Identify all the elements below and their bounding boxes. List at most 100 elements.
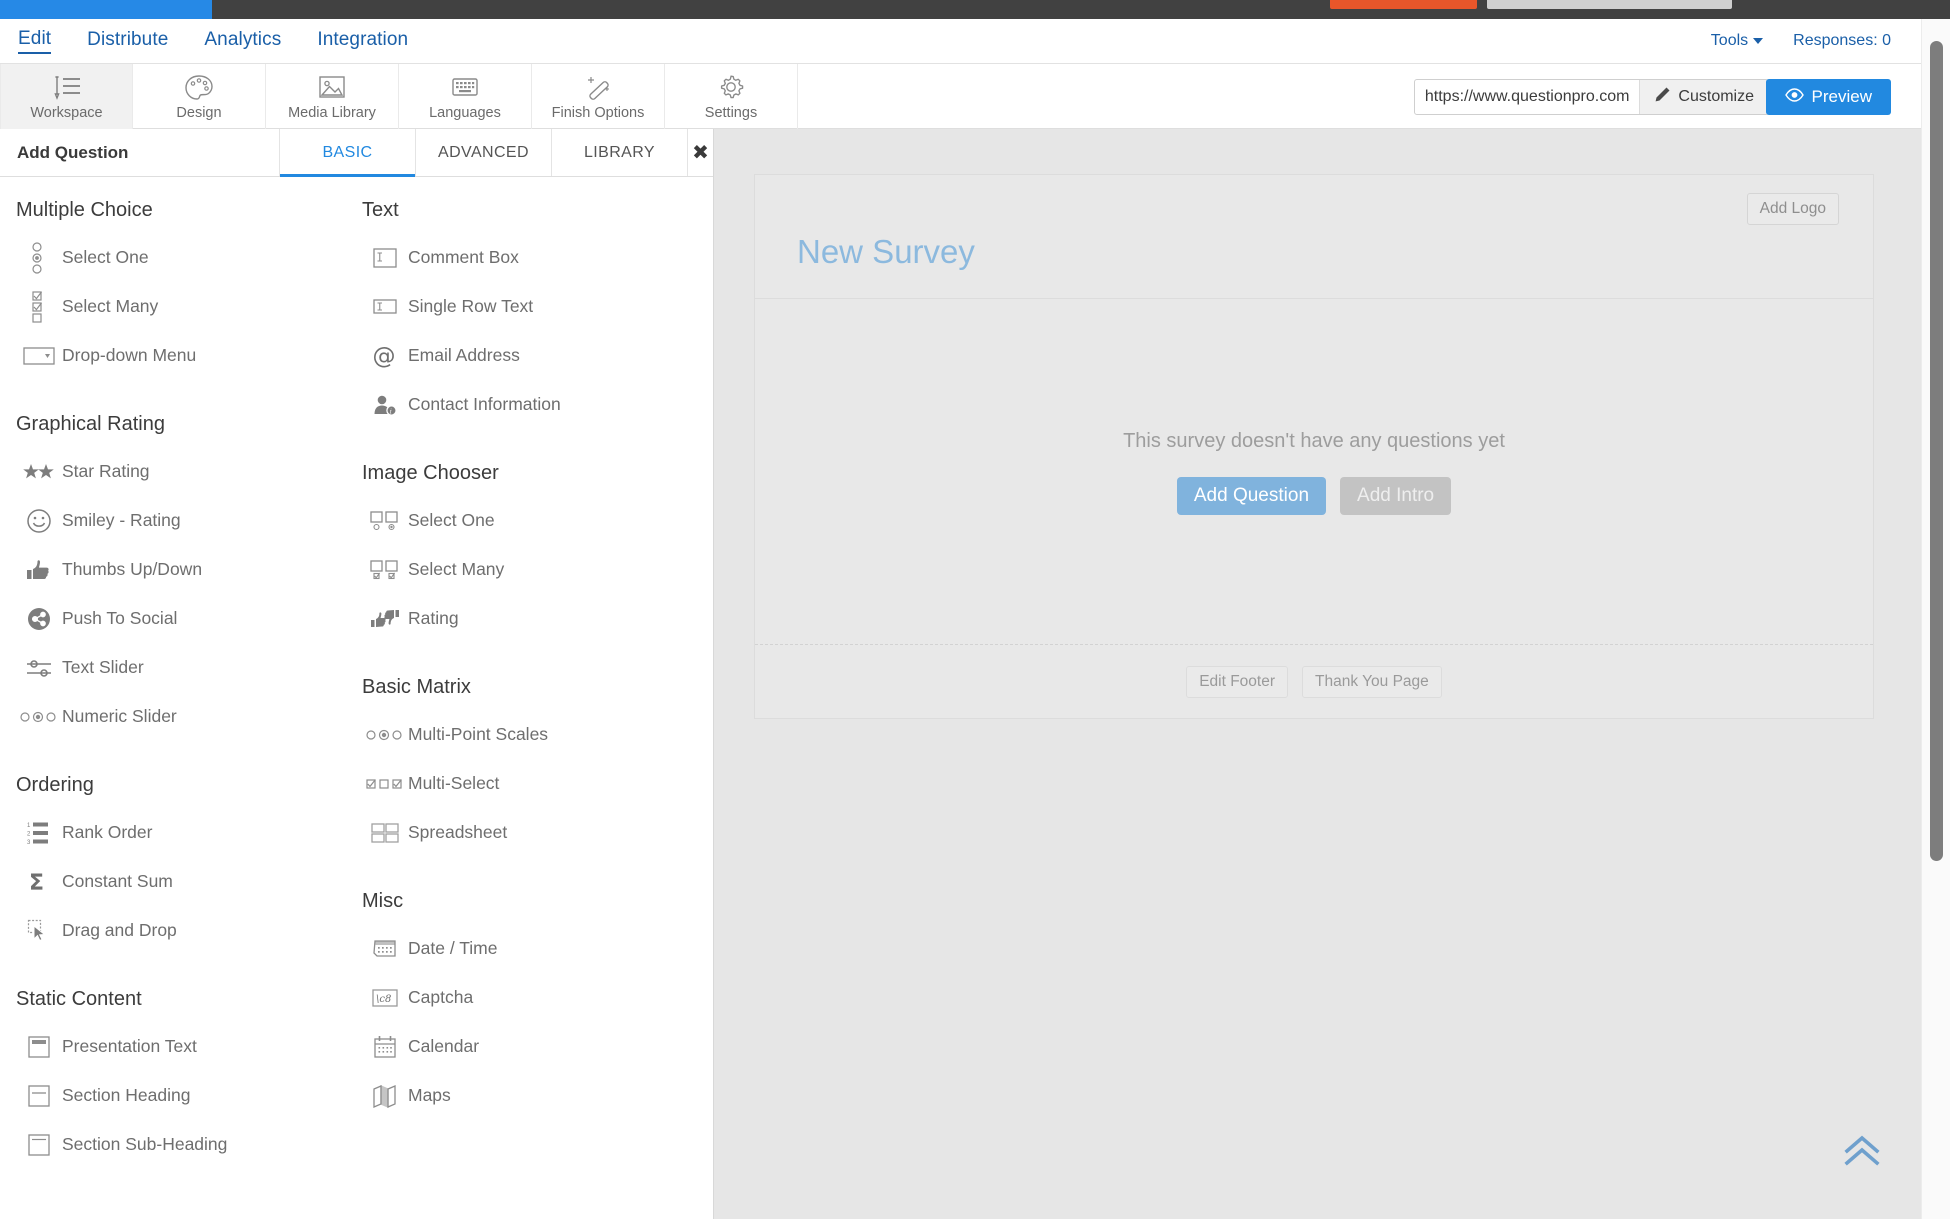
question-type-push-to-social[interactable]: Push To Social <box>16 594 340 643</box>
magic-wand-icon <box>583 72 613 102</box>
survey-url-value[interactable]: https://www.questionpro.com <box>1415 80 1640 114</box>
question-type-label: Numeric Slider <box>62 706 177 726</box>
comment-box-icon <box>362 247 408 269</box>
window-scrollbar-thumb[interactable] <box>1930 41 1943 861</box>
question-type-label: Drop-down Menu <box>62 345 197 365</box>
question-type-presentation-text[interactable]: Presentation Text <box>16 1022 340 1071</box>
captcha-icon: \c8 <box>362 988 408 1008</box>
tab-advanced[interactable]: ADVANCED <box>416 129 552 176</box>
question-type-thumbs-up-down[interactable]: Thumbs Up/Down <box>16 545 340 594</box>
question-type-constant-sum[interactable]: Σ Constant Sum <box>16 857 340 906</box>
tab-library[interactable]: LIBRARY <box>552 129 688 176</box>
question-type-section-sub-heading[interactable]: Section Sub-Heading <box>16 1120 340 1169</box>
question-type-single-row-text[interactable]: Single Row Text <box>362 282 680 331</box>
ranked-list-icon: 1 2 3 <box>16 820 62 846</box>
question-type-multi-point-scales[interactable]: Multi-Point Scales <box>362 710 680 759</box>
dropdown-icon <box>16 346 62 366</box>
question-type-label: Presentation Text <box>62 1036 197 1056</box>
group-basic-matrix: Basic Matrix Multi-Point Scales Multi-Se… <box>362 676 680 857</box>
star-icon <box>16 463 62 481</box>
question-type-label: Text Slider <box>62 657 144 677</box>
multipoint-scale-icon <box>362 727 408 743</box>
question-type-smiley-rating[interactable]: Smiley - Rating <box>16 496 340 545</box>
toolbar-item-design[interactable]: Design <box>133 64 266 129</box>
question-type-comment-box[interactable]: Comment Box <box>362 233 680 282</box>
question-type-select-one[interactable]: Select One <box>16 233 340 282</box>
drag-drop-icon <box>16 918 62 944</box>
question-type-label: Constant Sum <box>62 871 173 891</box>
survey-title[interactable]: New Survey <box>797 233 975 271</box>
question-type-drop-down-menu[interactable]: Drop-down Menu <box>16 331 340 380</box>
toolbar-item-settings[interactable]: Settings <box>665 64 798 129</box>
pencil-icon <box>1654 86 1671 108</box>
question-type-image-select-many[interactable]: Select Many <box>362 545 680 594</box>
toolbar-item-languages[interactable]: Languages <box>399 64 532 129</box>
question-type-image-rating[interactable]: Rating <box>362 594 680 643</box>
add-question-panel-body: Multiple Choice Select One Select Many D… <box>0 177 713 1217</box>
toolbar-item-media-library[interactable]: Media Library <box>266 64 399 129</box>
tools-label: Tools <box>1710 32 1749 49</box>
question-type-star-rating[interactable]: Star Rating <box>16 447 340 496</box>
workspace-icon <box>51 72 83 102</box>
survey-url-group: https://www.questionpro.com Customize <box>1413 79 1769 115</box>
survey-card-footer: Edit Footer Thank You Page <box>755 644 1873 718</box>
question-type-select-many[interactable]: Select Many <box>16 282 340 331</box>
empty-state-actions: Add Question Add Intro <box>755 477 1873 515</box>
responses-count[interactable]: Responses: 0 <box>1793 32 1891 50</box>
svg-text:3: 3 <box>27 840 31 846</box>
question-type-image-select-one[interactable]: Select One <box>362 496 680 545</box>
question-type-label: Star Rating <box>62 461 150 481</box>
add-intro-button[interactable]: Add Intro <box>1340 477 1452 515</box>
toolbar-item-workspace[interactable]: Workspace <box>0 64 133 129</box>
image-checkbox-icon <box>362 559 408 581</box>
add-logo-button[interactable]: Add Logo <box>1746 193 1839 225</box>
question-type-date-time[interactable]: Date / Time <box>362 924 680 973</box>
question-types-left-column: Multiple Choice Select One Select Many D… <box>0 199 340 1217</box>
question-type-spreadsheet[interactable]: Spreadsheet <box>362 808 680 857</box>
preview-button[interactable]: Preview <box>1765 79 1891 115</box>
question-type-text-slider[interactable]: Text Slider <box>16 643 340 692</box>
edit-footer-button[interactable]: Edit Footer <box>1186 665 1289 698</box>
toolbar-item-finish-options[interactable]: Finish Options <box>532 64 665 129</box>
close-icon[interactable]: ✖ <box>688 129 713 176</box>
checkbox-list-icon <box>16 290 62 324</box>
question-types-right-column: Text Comment Box Single Row Text @ Email… <box>340 199 680 1217</box>
question-type-label: Contact Information <box>408 394 561 414</box>
question-type-label: Select One <box>408 510 495 530</box>
nav-tab-analytics[interactable]: Analytics <box>204 29 281 53</box>
nav-tab-distribute[interactable]: Distribute <box>87 29 168 53</box>
toolbar-item-label: Media Library <box>288 105 376 121</box>
window-scrollbar[interactable] <box>1921 19 1950 1219</box>
question-type-label: Date / Time <box>408 938 498 958</box>
scroll-to-top-icon[interactable] <box>1841 1133 1883 1174</box>
question-type-drag-and-drop[interactable]: Drag and Drop <box>16 906 340 955</box>
question-type-label: Push To Social <box>62 608 178 628</box>
customize-url-button[interactable]: Customize <box>1639 80 1768 114</box>
svg-text:2: 2 <box>27 831 31 837</box>
section-subheading-icon <box>16 1133 62 1157</box>
question-type-rank-order[interactable]: 1 2 3 Rank Order <box>16 808 340 857</box>
question-type-captcha[interactable]: \c8 Captcha <box>362 973 680 1022</box>
browser-active-tab-indicator <box>0 0 212 19</box>
thank-you-page-button[interactable]: Thank You Page <box>1302 665 1442 698</box>
group-title: Multiple Choice <box>16 199 153 221</box>
question-type-email-address[interactable]: @ Email Address <box>362 331 680 380</box>
question-type-maps[interactable]: Maps <box>362 1071 680 1120</box>
question-type-calendar[interactable]: Calendar <box>362 1022 680 1071</box>
toolbar-item-label: Finish Options <box>551 105 645 121</box>
nav-tab-edit[interactable]: Edit <box>18 28 52 54</box>
editor-toolbar: Workspace Design Media Library Languages… <box>0 64 1921 129</box>
question-type-section-heading[interactable]: Section Heading <box>16 1071 340 1120</box>
numeric-slider-icon <box>16 709 62 725</box>
svg-text:Σ: Σ <box>29 871 44 894</box>
question-type-numeric-slider[interactable]: Numeric Slider <box>16 692 340 741</box>
question-type-label: Captcha <box>408 987 474 1007</box>
add-question-button[interactable]: Add Question <box>1176 477 1327 515</box>
tab-basic[interactable]: BASIC <box>280 129 416 177</box>
sliders-icon <box>16 656 62 680</box>
question-type-contact-information[interactable]: i Contact Information <box>362 380 680 429</box>
nav-tab-integration[interactable]: Integration <box>317 29 408 53</box>
svg-text:i: i <box>390 407 392 415</box>
question-type-multi-select[interactable]: Multi-Select <box>362 759 680 808</box>
tools-dropdown-button[interactable]: Tools <box>1710 32 1764 50</box>
